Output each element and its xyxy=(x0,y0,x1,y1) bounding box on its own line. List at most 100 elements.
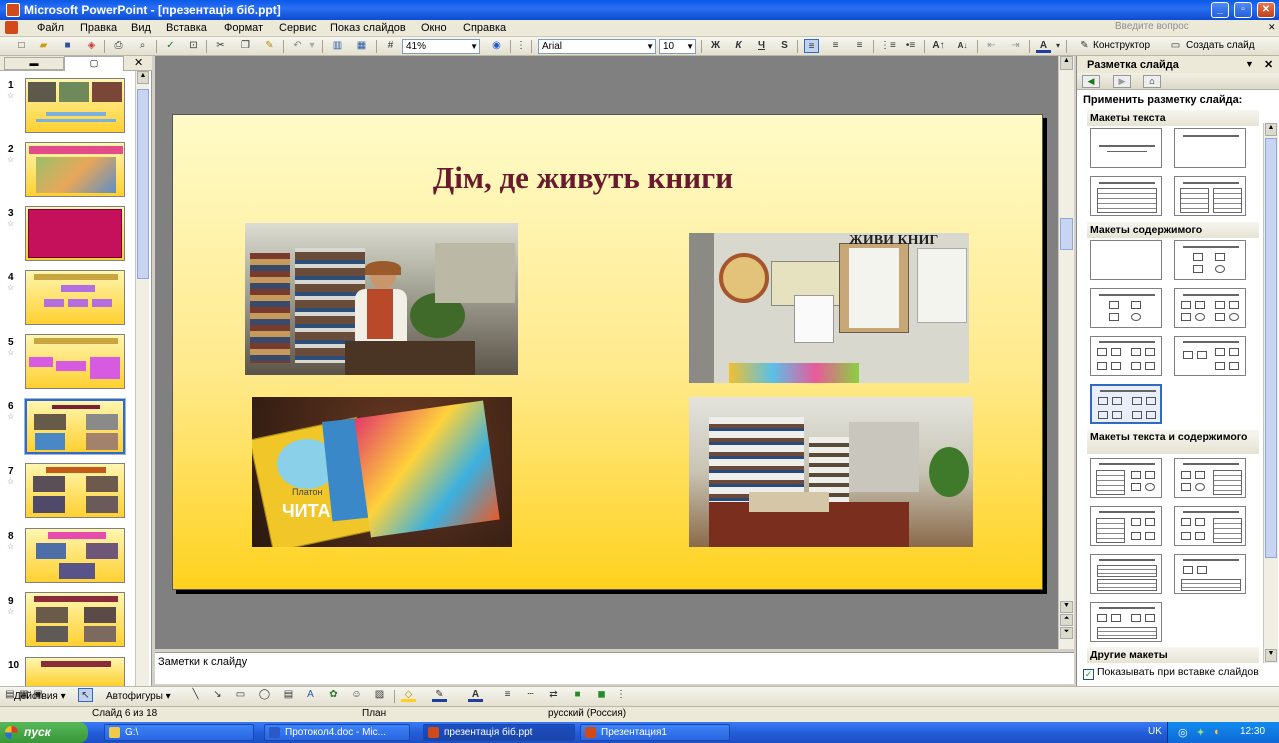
slide-thumbnail-7[interactable] xyxy=(25,463,125,518)
pane-scroll-up-icon[interactable]: ▲ xyxy=(1265,123,1277,136)
menu-slideshow[interactable]: Показ слайдов xyxy=(330,22,406,34)
bold-button[interactable]: Ж xyxy=(708,39,723,53)
photo-librarian[interactable] xyxy=(245,223,518,375)
align-left-icon[interactable]: ≡ xyxy=(804,39,819,53)
menu-insert[interactable]: Вставка xyxy=(166,22,207,34)
menu-window[interactable]: Окно xyxy=(421,22,447,34)
shadow-style-icon[interactable]: ■ xyxy=(570,688,585,702)
taskbar-item-powerpoint[interactable]: Презентация1 xyxy=(580,724,730,741)
research-icon[interactable]: ⊡ xyxy=(186,39,201,53)
italic-button[interactable]: К xyxy=(731,39,746,53)
undo-dropdown-icon[interactable]: ▾ xyxy=(308,39,316,53)
new-slide-button[interactable]: Создать слайд xyxy=(1186,40,1255,51)
layout-title-content-over-content[interactable] xyxy=(1090,336,1162,376)
menu-tools[interactable]: Сервис xyxy=(279,22,317,34)
permission-icon[interactable]: ◈ xyxy=(84,39,99,53)
autoshapes-menu[interactable]: Автофигуры ▾ xyxy=(106,691,171,702)
bullet-list-icon[interactable]: •≡ xyxy=(903,39,918,53)
slide-thumbnail-6[interactable] xyxy=(24,398,126,455)
line-style-icon[interactable]: ≡ xyxy=(500,688,515,702)
new-slide-icon[interactable]: ▭ xyxy=(1168,39,1183,53)
dash-style-icon[interactable]: ┄ xyxy=(523,688,538,702)
layout-text-and-two-content[interactable] xyxy=(1090,506,1162,546)
start-button[interactable]: пуск xyxy=(0,722,88,743)
close-document-icon[interactable]: ✕ xyxy=(1268,22,1276,33)
clock[interactable]: 12:30 xyxy=(1240,726,1265,737)
layout-title-content-and-two-content[interactable] xyxy=(1174,336,1246,376)
slide-canvas[interactable]: Дім, де живуть книги ЖИВИ КНИГ ЧИТА Плат… xyxy=(172,114,1043,590)
align-center-icon[interactable]: ≡ xyxy=(828,39,843,53)
layout-title-slide[interactable] xyxy=(1090,128,1162,168)
task-pane-scrollbar[interactable]: ▲ ▼ xyxy=(1263,123,1278,663)
menu-edit[interactable]: Правка xyxy=(80,22,117,34)
home-icon[interactable]: ⌂ xyxy=(1143,75,1161,88)
minimize-button[interactable]: _ xyxy=(1211,2,1229,18)
format-painter-icon[interactable]: ✎ xyxy=(262,39,277,53)
maximize-button[interactable]: ▫ xyxy=(1234,2,1252,18)
slide-thumbnail-8[interactable] xyxy=(25,528,125,583)
taskbar-item-explorer[interactable]: G:\ xyxy=(104,724,254,741)
layout-title-text-over-content[interactable] xyxy=(1090,554,1162,594)
spelling-icon[interactable]: ✓ xyxy=(163,39,178,53)
next-slide-icon[interactable]: ⏷ xyxy=(1060,627,1073,639)
checkbox-icon[interactable]: ✓ xyxy=(1083,669,1094,680)
tab-slides[interactable]: ▢ xyxy=(64,56,124,71)
slide-thumbnail-10[interactable] xyxy=(25,657,125,686)
scroll-thumb[interactable] xyxy=(1060,218,1073,250)
designer-icon[interactable]: ✎ xyxy=(1077,39,1092,53)
slide-thumbnail-4[interactable] xyxy=(25,270,125,325)
oval-icon[interactable]: ◯ xyxy=(257,688,272,702)
font-select[interactable]: Arial ▼ xyxy=(538,39,656,54)
decrease-font-icon[interactable]: A↓ xyxy=(955,39,970,53)
task-pane-close-icon[interactable]: ✕ xyxy=(1264,58,1273,71)
help-search-input[interactable]: Введите вопрос xyxy=(1115,21,1270,35)
scroll-up-icon[interactable]: ▲ xyxy=(1060,56,1073,70)
menu-view[interactable]: Вид xyxy=(131,22,151,34)
slides-scrollbar[interactable]: ▲ xyxy=(135,71,149,686)
pane-scroll-thumb[interactable] xyxy=(1265,138,1277,558)
grid-icon[interactable]: # xyxy=(383,39,398,53)
cut-icon[interactable]: ✂ xyxy=(213,39,228,53)
menu-file[interactable]: Файл xyxy=(37,22,64,34)
forward-icon[interactable]: ▶ xyxy=(1113,75,1131,88)
arrow-icon[interactable]: ↘ xyxy=(210,688,225,702)
layout-content-and-text[interactable] xyxy=(1174,458,1246,498)
layout-two-content-and-text[interactable] xyxy=(1174,506,1246,546)
taskbar-item-word[interactable]: Протокол4.doc - Mic... xyxy=(264,724,410,741)
slide-title[interactable]: Дім, де живуть книги xyxy=(173,160,993,196)
slide-thumbnail-3[interactable] xyxy=(25,206,125,261)
section-text-content-layouts[interactable]: Макеты текста и содержимого xyxy=(1087,430,1259,454)
task-pane-menu-icon[interactable]: ▼ xyxy=(1245,59,1254,69)
3d-style-icon[interactable]: ◼ xyxy=(594,688,609,702)
increase-font-icon[interactable]: A↑ xyxy=(931,39,946,53)
line-icon[interactable]: ╲ xyxy=(188,688,203,702)
layout-title-two-content[interactable] xyxy=(1174,288,1246,328)
layout-title-four-content[interactable] xyxy=(1090,384,1162,424)
toolbar-options-icon[interactable]: ⋮ xyxy=(616,688,626,702)
diagram-icon[interactable]: ✿ xyxy=(326,688,341,702)
layout-title-content[interactable] xyxy=(1090,288,1162,328)
help-icon[interactable]: ◉ xyxy=(489,39,504,53)
open-folder-icon[interactable]: ▰ xyxy=(36,39,51,53)
shadow-button[interactable]: S xyxy=(777,39,792,53)
textbox-icon[interactable]: ▤ xyxy=(281,688,296,702)
layout-content-over-text[interactable] xyxy=(1174,554,1246,594)
save-icon[interactable]: ■ xyxy=(60,39,75,53)
zoom-select[interactable]: 41% ▼ xyxy=(402,39,480,54)
show-on-insert-checkbox[interactable]: ✓ Показывать при вставке слайдов xyxy=(1083,666,1259,680)
font-color-dropdown-icon[interactable]: ▾ xyxy=(1054,39,1062,53)
font-color-icon[interactable]: A xyxy=(1036,39,1051,53)
document-icon[interactable] xyxy=(5,21,18,34)
close-button[interactable]: ✕ xyxy=(1257,2,1275,18)
arrow-style-icon[interactable]: ⇄ xyxy=(546,688,561,702)
menu-format[interactable]: Формат xyxy=(224,22,263,34)
print-preview-icon[interactable]: ⌕ xyxy=(135,39,150,53)
layout-four-content-text[interactable] xyxy=(1090,602,1162,642)
slide-thumbnail-5[interactable] xyxy=(25,334,125,389)
numbered-list-icon[interactable]: ⋮≡ xyxy=(880,39,896,53)
task-pane-title[interactable]: Разметка слайда xyxy=(1087,59,1179,71)
slide-vertical-scrollbar[interactable]: ▲ ▼ ⏶ ⏷ xyxy=(1058,56,1074,649)
section-content-layouts[interactable]: Макеты содержимого xyxy=(1087,222,1259,238)
undo-icon[interactable]: ↶ xyxy=(290,39,305,53)
slide-thumbnail-2[interactable] xyxy=(25,142,125,197)
